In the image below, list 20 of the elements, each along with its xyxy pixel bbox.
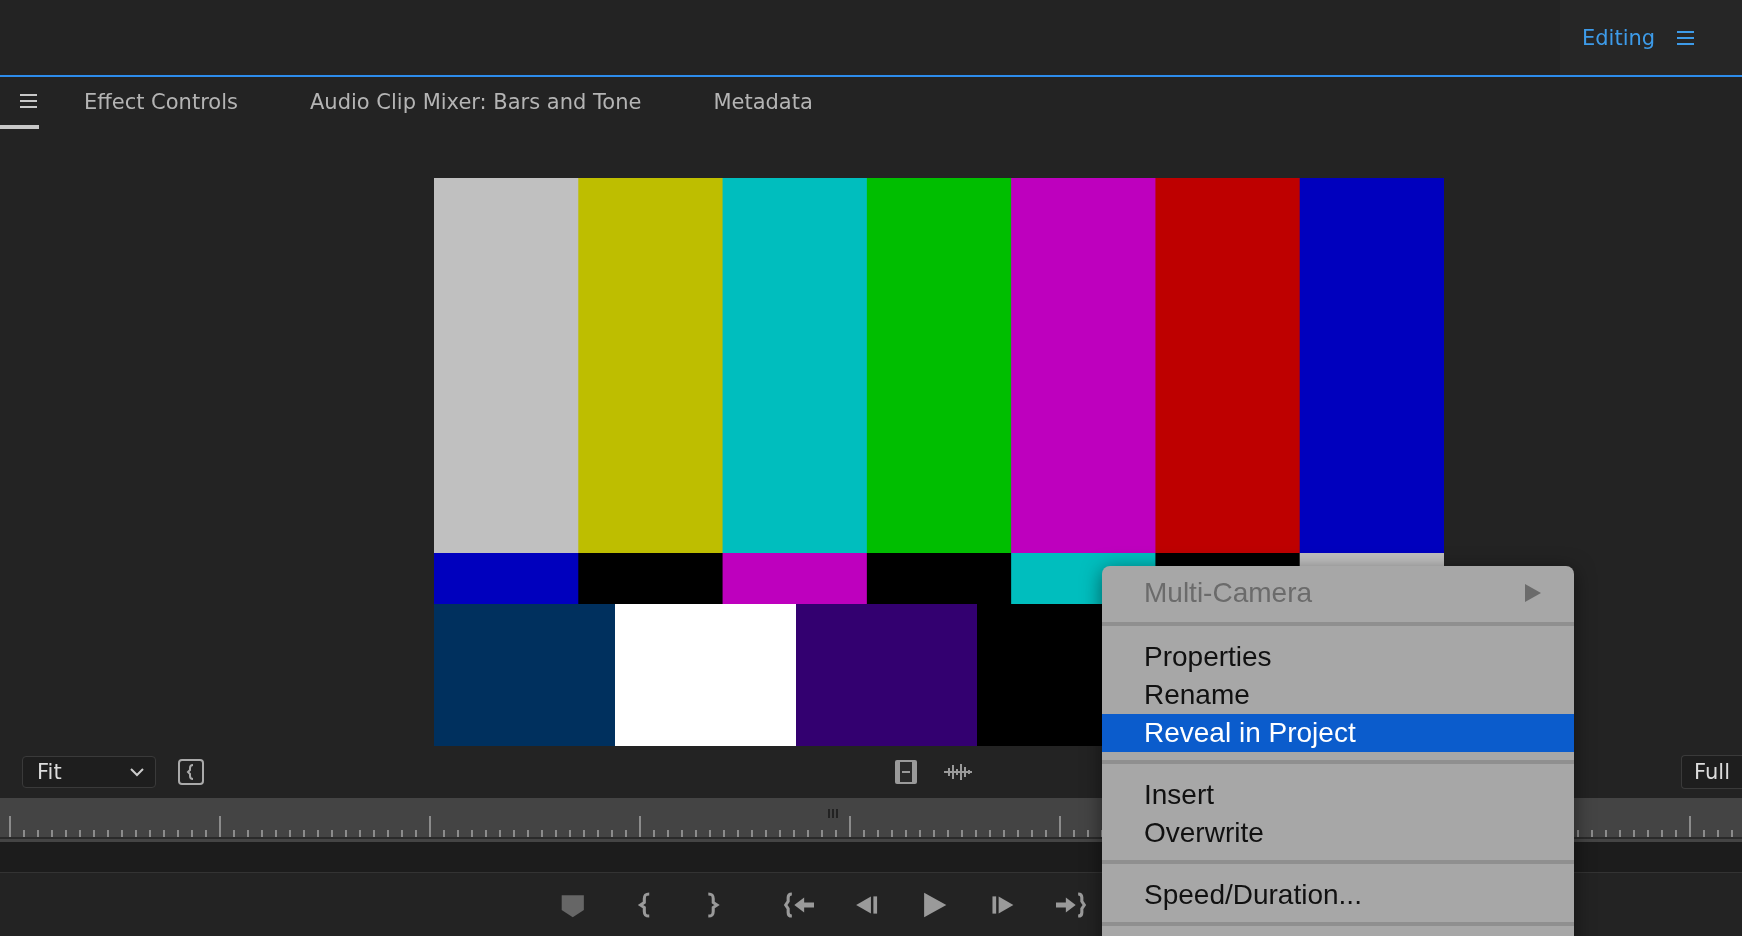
panel-tab[interactable]: Audio Clip Mixer: Bars and Tone bbox=[309, 89, 642, 117]
waveform-icon[interactable] bbox=[944, 762, 972, 782]
menu-icon[interactable] bbox=[20, 93, 37, 109]
menu-item[interactable]: Properties bbox=[1102, 638, 1574, 676]
film-icon[interactable] bbox=[894, 759, 918, 785]
menu-item[interactable]: Speed/Duration... bbox=[1102, 876, 1574, 914]
zoom-dropdown[interactable]: Fit bbox=[22, 756, 156, 788]
menu-item[interactable]: Reveal in Project bbox=[1102, 714, 1574, 752]
menu-icon[interactable] bbox=[1677, 29, 1695, 46]
bracket-icon[interactable] bbox=[178, 759, 204, 785]
menu-item[interactable]: Insert bbox=[1102, 776, 1574, 814]
panel-tab[interactable]: Effect Controls bbox=[84, 89, 238, 117]
workspace-label[interactable]: Editing bbox=[1582, 25, 1656, 50]
go-to-in-icon[interactable] bbox=[782, 889, 814, 920]
panel-tab[interactable]: Metadata bbox=[713, 89, 813, 117]
go-to-out-icon[interactable] bbox=[1056, 889, 1088, 920]
menu-item[interactable]: Overwrite bbox=[1102, 814, 1574, 852]
menu-item[interactable]: Rename bbox=[1102, 676, 1574, 714]
resolution-dropdown[interactable]: Full bbox=[1681, 755, 1742, 789]
chevron-down-icon bbox=[129, 767, 145, 777]
